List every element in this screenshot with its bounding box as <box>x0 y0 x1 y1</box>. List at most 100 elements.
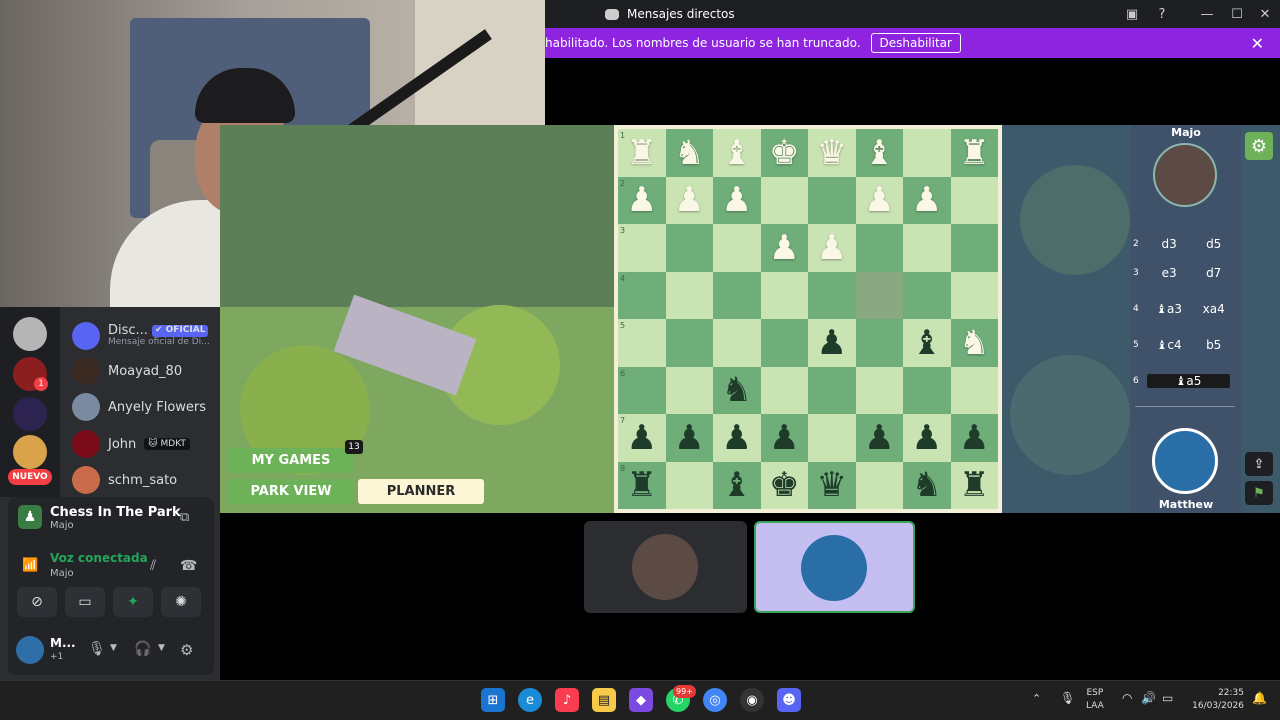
board-square[interactable] <box>665 366 713 414</box>
white-knight-icon[interactable]: ♞ <box>951 319 999 367</box>
black-knight-icon[interactable]: ♞ <box>903 462 951 510</box>
noise-suppression-icon[interactable]: ⫽ <box>150 558 156 574</box>
voice-status[interactable]: Voz conectada <box>50 551 148 565</box>
chrome-icon[interactable]: ◎ <box>703 688 727 712</box>
disconnect-icon[interactable]: ☎ <box>180 558 197 574</box>
board-square[interactable] <box>808 414 856 462</box>
battery-icon[interactable]: ▭ <box>1162 691 1173 705</box>
board-square[interactable] <box>808 176 856 224</box>
planner-button[interactable]: PLANNER <box>358 479 484 504</box>
board-square[interactable] <box>855 224 903 272</box>
board-square[interactable] <box>618 224 666 272</box>
board-square[interactable] <box>665 271 713 319</box>
board-square[interactable] <box>760 271 808 319</box>
chevron-up-icon[interactable]: ⌃ <box>1032 692 1041 705</box>
white-pawn-icon[interactable]: ♟ <box>761 224 809 272</box>
board-square[interactable] <box>760 319 808 367</box>
move-black[interactable]: d5 <box>1191 237 1236 251</box>
white-pawn-icon[interactable]: ♟ <box>618 177 666 225</box>
white-pawn-icon[interactable]: ♟ <box>856 177 904 225</box>
maximize-button[interactable]: ☐ <box>1222 0 1252 28</box>
white-bishop-icon[interactable]: ♝ <box>713 129 761 177</box>
move-white[interactable]: ♝c4 <box>1147 338 1192 352</box>
board-square[interactable] <box>808 366 856 414</box>
popout-icon[interactable]: ⧉ <box>180 510 189 525</box>
move-white[interactable]: d3 <box>1147 237 1192 251</box>
board-square[interactable] <box>618 366 666 414</box>
board-square[interactable] <box>950 271 998 319</box>
board-square[interactable] <box>665 319 713 367</box>
black-king-icon[interactable]: ♚ <box>761 462 809 510</box>
activities-button[interactable]: ✦ <box>113 587 153 617</box>
participant-tile[interactable] <box>584 521 747 613</box>
black-bishop-icon[interactable]: ♝ <box>903 319 951 367</box>
black-pawn-icon[interactable]: ♟ <box>903 414 951 462</box>
white-pawn-icon[interactable]: ♟ <box>903 177 951 225</box>
camera-off-button[interactable]: ⊘ <box>17 587 57 617</box>
language-indicator[interactable]: ESP LAA <box>1086 687 1104 713</box>
headphones-icon[interactable]: 🎧 <box>134 641 151 657</box>
white-rook-icon[interactable]: ♜ <box>951 129 999 177</box>
help-icon[interactable]: ? <box>1147 0 1177 28</box>
move-black[interactable]: b5 <box>1191 338 1236 352</box>
folder-icon[interactable]: ▤ <box>592 688 616 712</box>
mic-tray-icon[interactable]: 🎙 <box>1060 691 1075 705</box>
edge-icon[interactable]: e <box>518 688 542 712</box>
black-bishop-icon[interactable]: ♝ <box>713 462 761 510</box>
black-pawn-icon[interactable]: ♟ <box>808 319 856 367</box>
chess-board[interactable]: 1 2 3 4 5 6 7 8 ♜ ♞ ♝ ♚ ♛ ♝ ♜ ♟ ♟ ♟ ♟ ♟ ♟ ♟ ♟ ♝ ♞ ♞ ♟ ♟ ♟ ♟ ♟ ♟ ♟ ♜ ♝ ♚ ♛ ♞ ♜ <box>614 125 1002 513</box>
board-square[interactable] <box>950 224 998 272</box>
settings-gear-icon[interactable]: ⚙ <box>1245 132 1273 160</box>
obs-icon[interactable]: ◉ <box>740 688 764 712</box>
soundboard-button[interactable]: ✺ <box>161 587 201 617</box>
board-square[interactable] <box>665 461 713 509</box>
white-knight-icon[interactable]: ♞ <box>666 129 714 177</box>
move-black[interactable]: xa4 <box>1191 302 1236 316</box>
gear-icon[interactable]: ⚙ <box>180 641 193 659</box>
volume-icon[interactable]: 🔊 <box>1141 691 1156 705</box>
white-pawn-icon[interactable]: ♟ <box>713 177 761 225</box>
server-avatar[interactable] <box>13 397 47 431</box>
board-square[interactable] <box>713 224 761 272</box>
board-square[interactable] <box>903 129 951 177</box>
inbox-icon[interactable]: ▣ <box>1117 0 1147 28</box>
clock[interactable]: 22:35 16/03/2026 <box>1188 687 1244 713</box>
move-white[interactable]: ♝a3 <box>1147 302 1192 316</box>
board-square[interactable] <box>903 271 951 319</box>
minimize-button[interactable]: — <box>1192 0 1222 28</box>
black-pawn-icon[interactable]: ♟ <box>713 414 761 462</box>
discord-taskbar-icon[interactable]: ☻ <box>777 688 801 712</box>
black-pawn-icon[interactable]: ♟ <box>761 414 809 462</box>
board-square[interactable] <box>855 461 903 509</box>
share-icon[interactable]: ⇪ <box>1245 452 1273 476</box>
board-square[interactable] <box>808 271 856 319</box>
black-knight-icon[interactable]: ♞ <box>713 367 761 415</box>
close-icon[interactable]: ✕ <box>1251 34 1264 53</box>
chevron-down-icon[interactable]: ▼ <box>158 643 165 653</box>
feedback-icon[interactable]: ⚑ <box>1245 481 1273 505</box>
mic-icon[interactable]: 🎙 <box>88 641 106 657</box>
white-pawn-icon[interactable]: ♟ <box>808 224 856 272</box>
board-square[interactable] <box>855 271 903 319</box>
server-avatar[interactable] <box>13 317 47 351</box>
board-square[interactable] <box>855 366 903 414</box>
wifi-icon[interactable]: ◠ <box>1122 691 1132 705</box>
move-white-current[interactable]: ♝a5 <box>1147 374 1230 388</box>
list-item[interactable]: Moayad_80 <box>72 355 217 387</box>
black-pawn-icon[interactable]: ♟ <box>951 414 999 462</box>
white-pawn-icon[interactable]: ♟ <box>666 177 714 225</box>
list-item[interactable]: Anyely Flowers <box>72 391 217 423</box>
black-pawn-icon[interactable]: ♟ <box>666 414 714 462</box>
chevron-down-icon[interactable]: ▼ <box>110 643 117 653</box>
my-games-button[interactable]: MY GAMES <box>228 448 354 473</box>
move-white[interactable]: e3 <box>1147 266 1192 280</box>
list-item[interactable]: Disc... ✔ OFICIAL Mensaje oficial de Di.… <box>72 320 217 352</box>
board-square[interactable] <box>903 366 951 414</box>
board-square[interactable] <box>760 176 808 224</box>
move-black[interactable]: d7 <box>1191 266 1236 280</box>
copilot-icon[interactable]: ◆ <box>629 688 653 712</box>
black-pawn-icon[interactable]: ♟ <box>856 414 904 462</box>
white-bishop-icon[interactable]: ♝ <box>856 129 904 177</box>
participant-tile-speaking[interactable] <box>754 521 915 613</box>
music-icon[interactable]: ♪ <box>555 688 579 712</box>
